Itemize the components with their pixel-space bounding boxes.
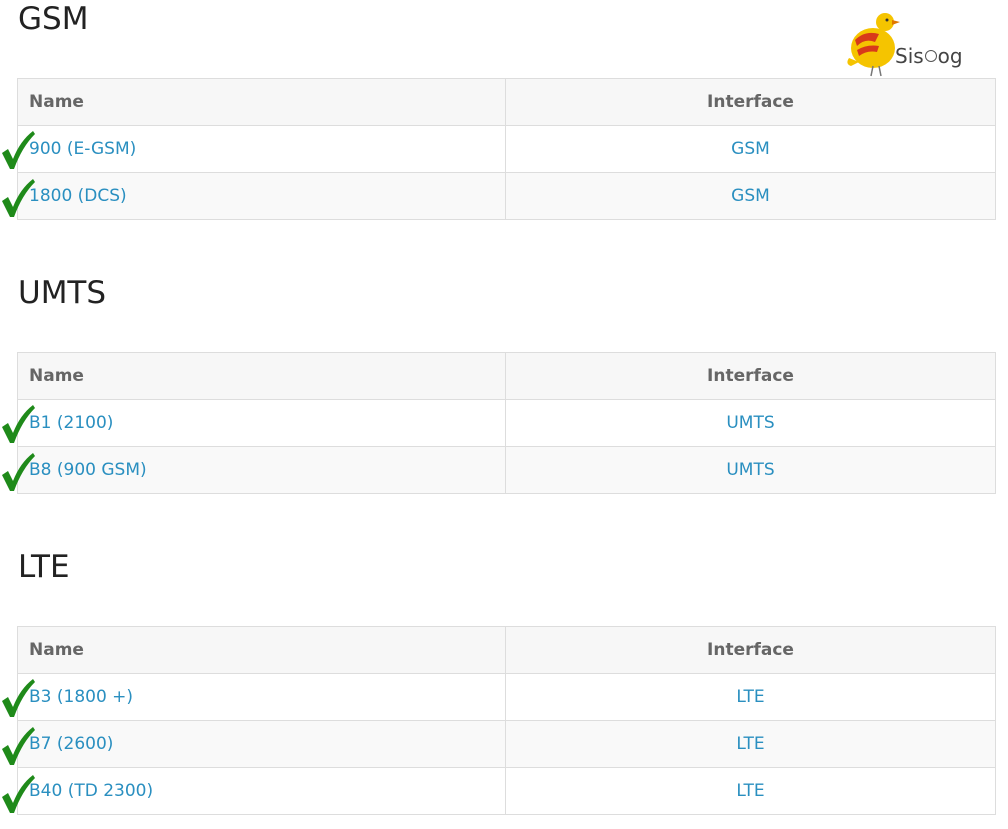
umts-bands-table: Name Interface B1 (2100) UMTS B8 (900 GS… (17, 352, 996, 494)
table-row: 900 (E-GSM) GSM (17, 125, 996, 173)
band-name-link[interactable]: B1 (2100) (29, 413, 113, 433)
band-name-link[interactable]: 1800 (DCS) (29, 186, 127, 206)
interface-cell: GSM (505, 172, 996, 220)
checkmark-icon (2, 131, 35, 169)
column-header-name: Name (17, 352, 506, 400)
section-title-gsm: GSM (18, 1, 89, 37)
interface-cell: LTE (505, 720, 996, 768)
table-header-row: Name Interface (17, 352, 996, 400)
band-name-link[interactable]: B7 (2600) (29, 734, 113, 754)
column-header-name: Name (17, 78, 506, 126)
section-title-lte: LTE (18, 549, 70, 585)
band-name-link[interactable]: B3 (1800 +) (29, 687, 133, 707)
checkmark-icon (2, 179, 35, 217)
gsm-bands-table: Name Interface 900 (E-GSM) GSM 1800 (DCS… (17, 78, 996, 220)
column-header-interface: Interface (505, 352, 996, 400)
checkmark-icon (2, 453, 35, 491)
table-row: B7 (2600) LTE (17, 720, 996, 768)
band-name-cell: B8 (900 GSM) (17, 446, 506, 494)
band-name-cell: 900 (E-GSM) (17, 125, 506, 173)
band-name-link[interactable]: 900 (E-GSM) (29, 139, 136, 159)
interface-link[interactable]: GSM (731, 186, 770, 206)
checkmark-icon (2, 679, 35, 717)
band-name-cell: B3 (1800 +) (17, 673, 506, 721)
logo-ring-icon (924, 50, 937, 62)
interface-link[interactable]: LTE (736, 687, 764, 707)
interface-link[interactable]: UMTS (726, 460, 774, 480)
interface-link[interactable]: LTE (736, 734, 764, 754)
column-header-interface: Interface (505, 78, 996, 126)
table-row: B1 (2100) UMTS (17, 399, 996, 447)
section-title-umts: UMTS (18, 275, 107, 311)
column-header-name: Name (17, 626, 506, 674)
band-name-cell: 1800 (DCS) (17, 172, 506, 220)
band-name-cell: B40 (TD 2300) (17, 767, 506, 815)
table-row: B40 (TD 2300) LTE (17, 767, 996, 815)
interface-cell: UMTS (505, 446, 996, 494)
table-header-row: Name Interface (17, 78, 996, 126)
interface-cell: LTE (505, 673, 996, 721)
band-name-cell: B1 (2100) (17, 399, 506, 447)
lte-bands-table: Name Interface B3 (1800 +) LTE B7 (2600)… (17, 626, 996, 815)
table-header-row: Name Interface (17, 626, 996, 674)
checkmark-icon (2, 775, 35, 813)
interface-link[interactable]: GSM (731, 139, 770, 159)
band-name-link[interactable]: B8 (900 GSM) (29, 460, 147, 480)
bird-icon (847, 13, 900, 77)
interface-link[interactable]: UMTS (726, 413, 774, 433)
interface-cell: UMTS (505, 399, 996, 447)
column-header-interface: Interface (505, 626, 996, 674)
logo-wordmark: Sis og (895, 44, 963, 68)
table-row: 1800 (DCS) GSM (17, 172, 996, 220)
interface-cell: GSM (505, 125, 996, 173)
interface-cell: LTE (505, 767, 996, 815)
band-name-link[interactable]: B40 (TD 2300) (29, 781, 153, 801)
checkmark-icon (2, 405, 35, 443)
table-row: B3 (1800 +) LTE (17, 673, 996, 721)
table-row: B8 (900 GSM) UMTS (17, 446, 996, 494)
interface-link[interactable]: LTE (736, 781, 764, 801)
checkmark-icon (2, 727, 35, 765)
band-name-cell: B7 (2600) (17, 720, 506, 768)
